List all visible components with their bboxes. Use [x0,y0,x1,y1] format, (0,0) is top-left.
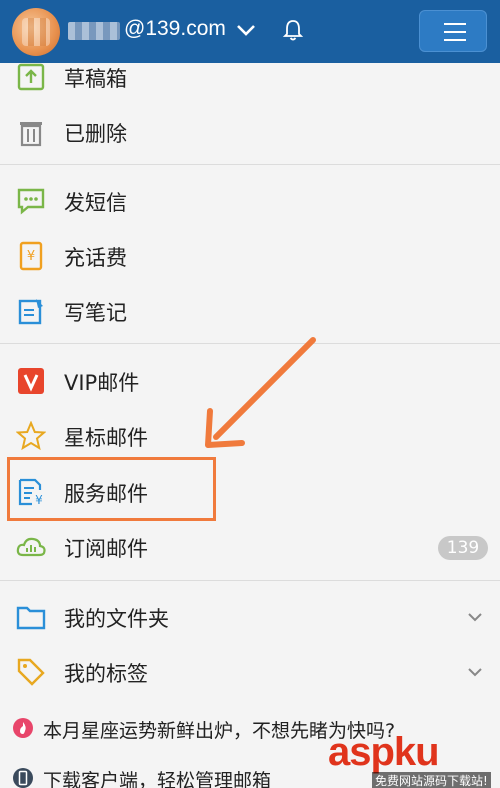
menu-label: VIP邮件 [64,371,140,395]
cloud-icon [16,537,46,557]
notes-icon [18,299,43,325]
trash-icon [20,122,42,147]
menu-label: 星标邮件 [64,426,148,450]
menu-label: 发短信 [64,191,127,215]
divider [0,580,500,581]
menu-item-my-tags[interactable]: 我的标签 [0,643,500,698]
menu-label: 已删除 [64,122,127,146]
promo-text: 下载客户端，轻松管理邮箱 [43,770,272,788]
menu-label: 我的标签 [64,662,148,686]
menu-label: 充话费 [64,246,127,270]
flame-icon [13,718,33,738]
menu-item-drafts[interactable]: 草稿箱 [0,48,500,103]
menu-label: 我的文件夹 [64,607,169,631]
recharge-icon: ¥ [19,241,43,271]
menu-label: 草稿箱 [64,67,127,91]
watermark-tagline: 免费网站源码下载站! [372,772,491,788]
menu-item-my-folders[interactable]: 我的文件夹 [0,588,500,643]
watermark: aspku 免费网站源码下载站! [328,730,498,788]
menu-label: 写笔记 [64,301,127,325]
chevron-down-icon[interactable] [466,608,484,626]
bell-icon[interactable] [280,17,306,43]
menu-label: 订阅邮件 [64,537,148,561]
highlight-box [7,457,216,521]
menu-item-subscribed-mail[interactable]: 订阅邮件 139 [0,518,500,573]
watermark-brand: aspku [328,730,440,774]
svg-text:¥: ¥ [27,249,35,264]
drafts-icon [17,63,45,91]
menu-item-recharge[interactable]: ¥ 充话费 [0,227,500,282]
annotation-arrow [205,337,316,448]
divider [0,164,500,165]
unread-count-badge: 139 [438,536,488,560]
menu-item-deleted[interactable]: 已删除 [0,103,500,158]
blurred-username [68,22,120,40]
vip-icon [18,368,44,394]
tag-icon [17,658,45,686]
star-icon [16,421,46,451]
menu-button[interactable] [419,10,487,52]
account-email[interactable]: @139.com [124,17,226,41]
chevron-down-icon[interactable] [234,18,258,42]
sms-icon [17,188,45,215]
chevron-down-icon[interactable] [466,663,484,681]
menu-item-send-sms[interactable]: 发短信 [0,172,500,227]
phone-icon [13,768,33,788]
folder-icon [16,606,46,630]
